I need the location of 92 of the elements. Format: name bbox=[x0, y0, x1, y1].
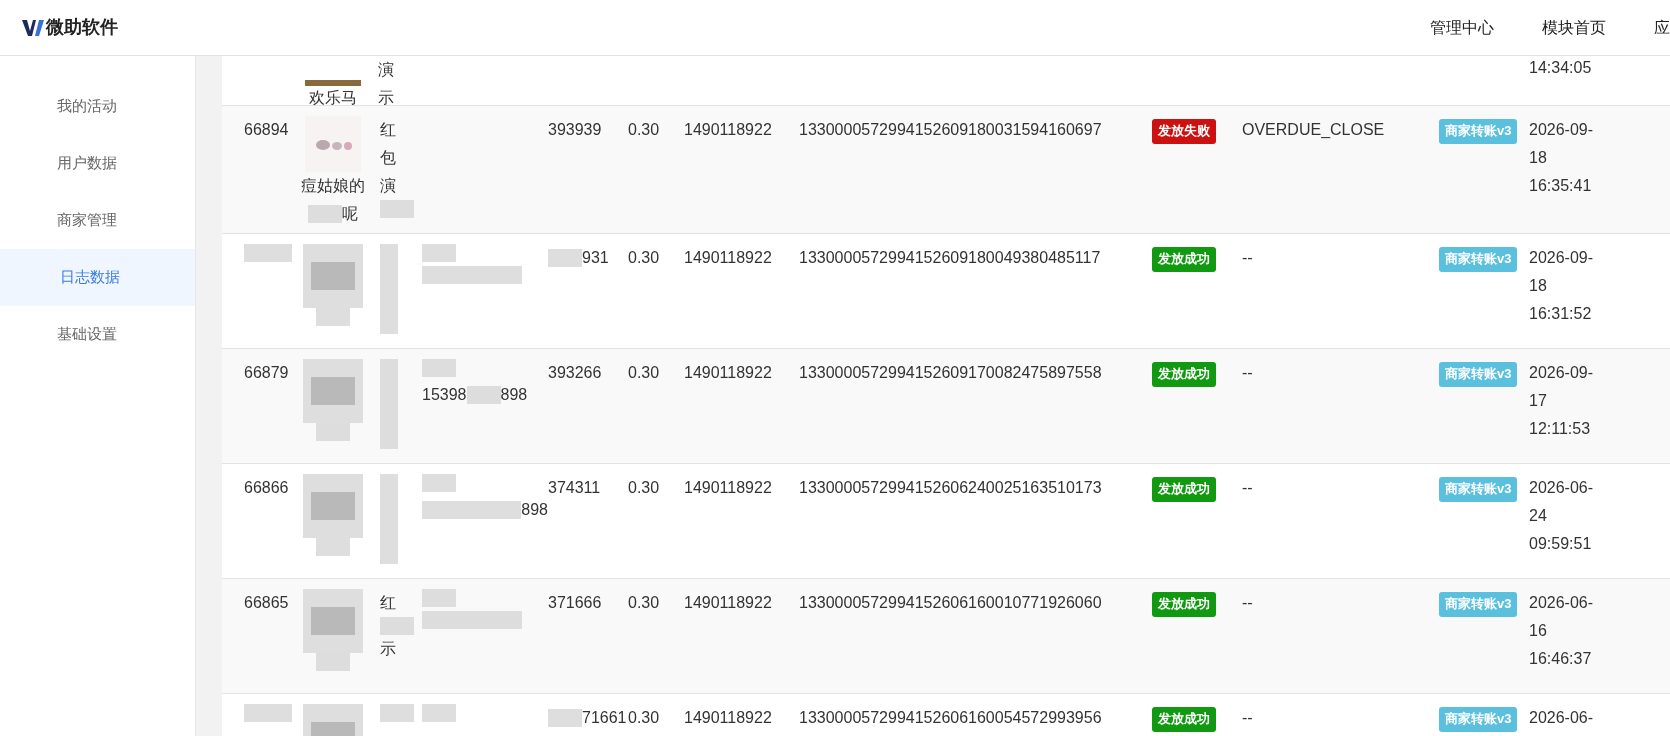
nav-link[interactable]: 管理中心 bbox=[1430, 15, 1494, 40]
amount-text: 0.30 bbox=[628, 479, 660, 496]
amount-text: 0.30 bbox=[628, 364, 660, 381]
photo-placeholder bbox=[305, 80, 361, 86]
blurred-text bbox=[316, 423, 350, 441]
status-badge: 发放成功 bbox=[1152, 707, 1216, 732]
blurred-text bbox=[422, 474, 456, 492]
status-badge: 发放成功 bbox=[1152, 592, 1216, 617]
contact-text: 898 bbox=[521, 500, 548, 520]
reason-text: -- bbox=[1242, 364, 1253, 381]
openid-text: 1490118922 bbox=[684, 121, 772, 138]
order-number: 1330000572994152609180031594160697 bbox=[799, 121, 1102, 138]
contact-text: 898 bbox=[500, 385, 528, 405]
number-text: 374311 bbox=[548, 478, 601, 498]
reason-text: -- bbox=[1242, 709, 1253, 726]
amount-text: 0.30 bbox=[628, 121, 660, 138]
name-text: 红 bbox=[380, 593, 396, 613]
order-number: 1330000572994152606240025163510173 bbox=[799, 479, 1102, 496]
status-badge: 发放成功 bbox=[1152, 477, 1216, 502]
nav-link[interactable]: 模块首页 bbox=[1542, 15, 1606, 40]
blurred-text bbox=[380, 704, 414, 722]
openid-text: 1490118922 bbox=[684, 479, 772, 496]
id-text: 66866 bbox=[244, 478, 289, 498]
openid-text: 1490118922 bbox=[684, 709, 772, 726]
order-number: 1330000572994152609180049380485117 bbox=[799, 249, 1101, 266]
sidebar-item[interactable]: 基础设置 bbox=[0, 306, 195, 363]
sidebar-item[interactable]: 我的活动 bbox=[0, 78, 195, 135]
avatar-caption: 痘姑娘的 bbox=[301, 176, 365, 196]
blurred-text bbox=[316, 538, 350, 556]
order-number: 1330000572994152606160054572993956 bbox=[799, 709, 1102, 726]
channel-tag: 商家转账v3 bbox=[1439, 362, 1518, 387]
blurred-text bbox=[380, 200, 414, 218]
name-text: 红包演 bbox=[380, 120, 396, 196]
time-text: 2026-09-17 12:11:53 bbox=[1529, 363, 1595, 439]
status-badge: 发放成功 bbox=[1152, 362, 1216, 387]
avatar-caption: 呢 bbox=[342, 204, 358, 224]
reason-text: -- bbox=[1242, 594, 1253, 611]
nav-link[interactable]: 应 bbox=[1654, 15, 1670, 40]
channel-tag: 商家转账v3 bbox=[1439, 592, 1518, 617]
sidebar-item[interactable]: 日志数据 bbox=[0, 249, 195, 306]
blurred-text bbox=[548, 249, 582, 267]
blurred-text bbox=[422, 359, 456, 377]
number-text: 931 bbox=[582, 248, 609, 268]
blurred-text bbox=[316, 653, 350, 671]
blurred-text bbox=[422, 589, 456, 607]
channel-tag: 商家转账v3 bbox=[1439, 477, 1518, 502]
order-number: 1330000572994152606160010771926060 bbox=[799, 594, 1102, 611]
blurred-text bbox=[316, 308, 350, 326]
number-text: 393266 bbox=[548, 363, 602, 383]
number-text: 71661 bbox=[582, 708, 627, 728]
channel-tag: 商家转账v3 bbox=[1439, 247, 1518, 272]
amount-text: 0.30 bbox=[628, 594, 660, 611]
order-number: 1330000572994152609170082475897558 bbox=[799, 364, 1102, 381]
openid-text: 1490118922 bbox=[684, 364, 772, 381]
time-text: 14:34:05 bbox=[1529, 58, 1592, 78]
id-text: 66894 bbox=[244, 120, 289, 140]
name-text: 演示 bbox=[378, 60, 394, 108]
name-text: 示 bbox=[380, 639, 396, 659]
brand-name: 微助软件 bbox=[46, 16, 118, 39]
blurred-text bbox=[244, 704, 292, 722]
channel-tag: 商家转账v3 bbox=[1439, 707, 1518, 732]
openid-text: 1490118922 bbox=[684, 249, 772, 266]
contact-text: 15398 bbox=[422, 385, 467, 405]
id-text: 66865 bbox=[244, 593, 289, 613]
sidebar-item[interactable]: 用户数据 bbox=[0, 135, 195, 192]
blurred-text bbox=[244, 244, 292, 262]
amount-text: 0.30 bbox=[628, 249, 660, 266]
reason-text: OVERDUE_CLOSE bbox=[1242, 121, 1385, 138]
reason-text: -- bbox=[1242, 479, 1253, 496]
time-text: 2026-06-16 16:46:37 bbox=[1529, 593, 1595, 669]
number-text: 393939 bbox=[548, 120, 602, 140]
status-badge: 发放成功 bbox=[1152, 247, 1216, 272]
time-text: 2026-06- bbox=[1529, 708, 1595, 728]
reason-text: -- bbox=[1242, 249, 1253, 266]
time-text: 2026-09-18 16:35:41 bbox=[1529, 120, 1595, 196]
logo-icon bbox=[22, 19, 44, 36]
channel-tag: 商家转账v3 bbox=[1439, 119, 1518, 144]
time-text: 2026-09-18 16:31:52 bbox=[1529, 248, 1595, 324]
avatar-caption: 欢乐马 bbox=[309, 88, 357, 108]
blurred-text bbox=[422, 704, 456, 722]
sidebar-item[interactable]: 商家管理 bbox=[0, 192, 195, 249]
blurred-text bbox=[308, 205, 342, 223]
openid-text: 1490118922 bbox=[684, 594, 772, 611]
time-text: 2026-06-24 09:59:51 bbox=[1529, 478, 1595, 554]
blurred-text bbox=[466, 386, 501, 404]
blurred-text bbox=[422, 244, 456, 262]
amount-text: 0.30 bbox=[628, 709, 660, 726]
id-text: 66879 bbox=[244, 363, 289, 383]
blurred-text bbox=[380, 617, 414, 635]
blurred-text bbox=[548, 709, 582, 727]
number-text: 371666 bbox=[548, 593, 602, 613]
status-badge: 发放失败 bbox=[1152, 119, 1216, 144]
